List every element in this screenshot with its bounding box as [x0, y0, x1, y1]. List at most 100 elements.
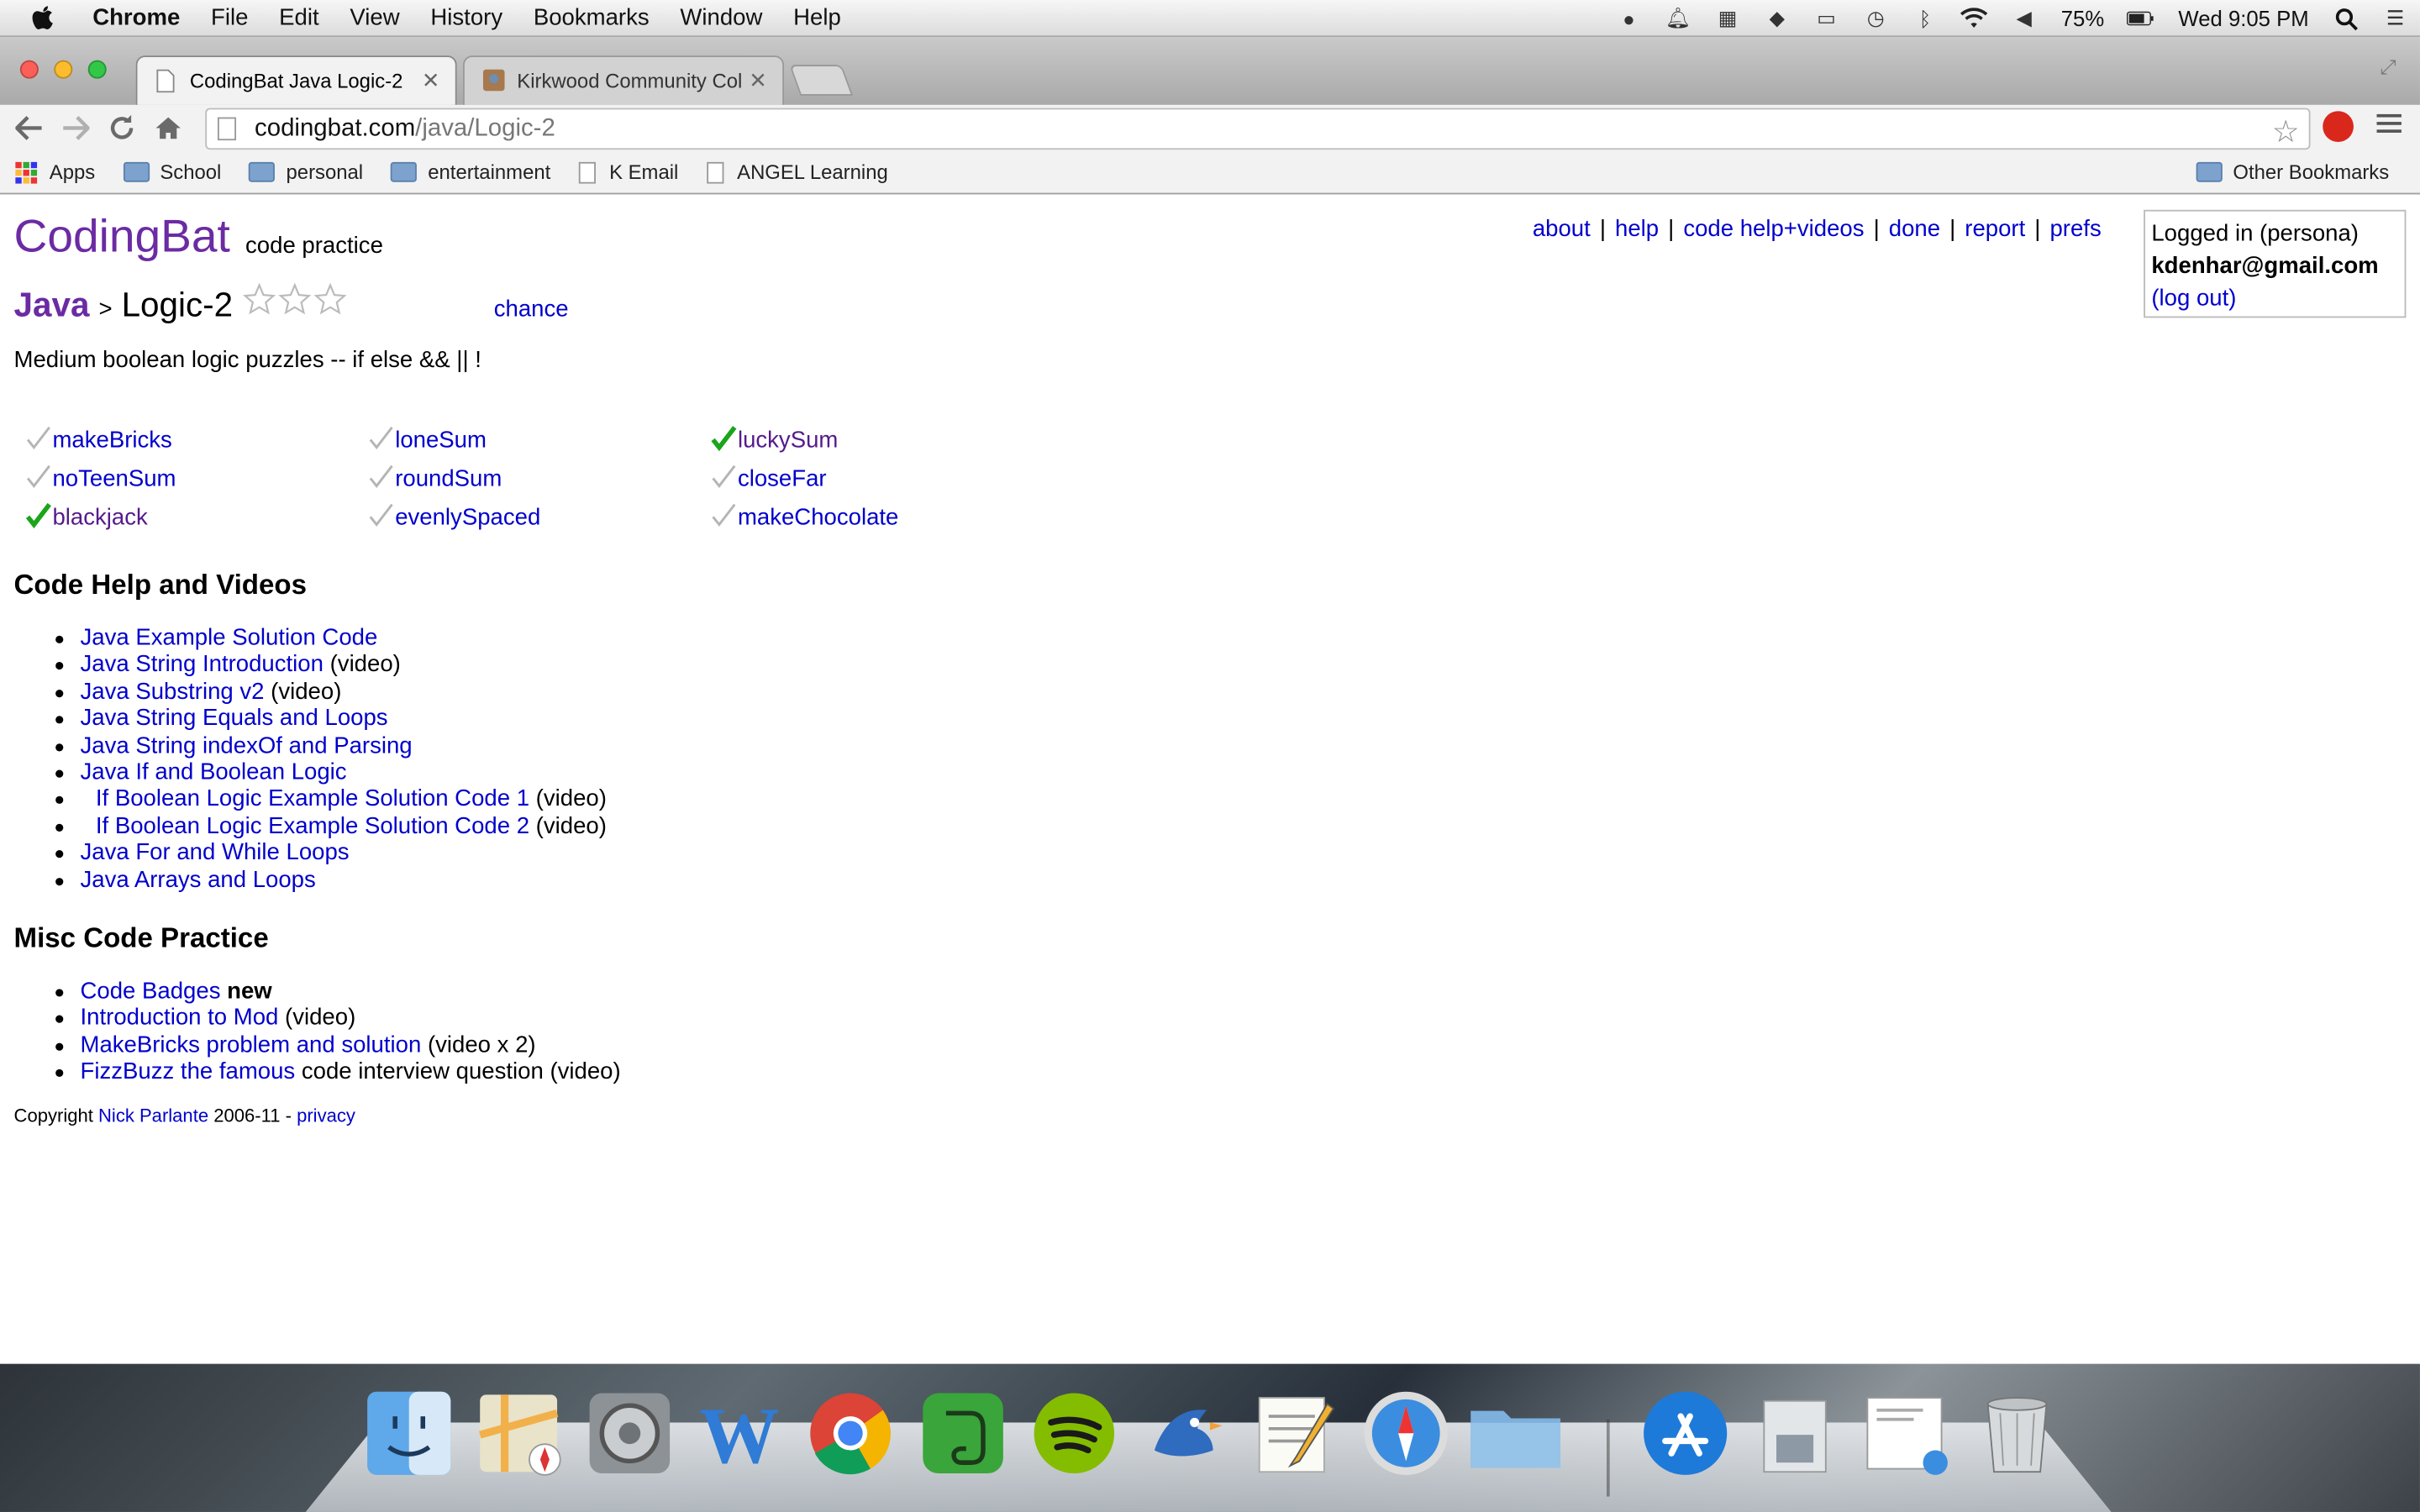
menubar-clock[interactable]: Wed 9:05 PM [2178, 6, 2308, 30]
resource-link[interactable]: Java Arrays and Loops [81, 867, 316, 893]
chance-link[interactable]: chance [494, 297, 569, 323]
evernote-icon[interactable] [915, 1383, 1011, 1484]
problem-link[interactable]: makeBricks [52, 427, 171, 453]
problem-link[interactable]: luckySum [738, 427, 838, 453]
nav-help-link[interactable]: help [1615, 216, 1659, 242]
tab-codingbat[interactable]: CodingBat Java Logic-2 ✕ [135, 55, 457, 105]
resource-link[interactable]: Java Substring v2 [81, 679, 265, 705]
problem-link[interactable]: makeChocolate [738, 504, 898, 530]
cyberduck-icon[interactable] [1136, 1383, 1232, 1484]
resource-link[interactable]: Introduction to Mod [81, 1005, 279, 1031]
bookmark-folder-personal[interactable]: personal [249, 160, 363, 184]
battery-icon[interactable] [2127, 6, 2155, 30]
nav-about-link[interactable]: about [1533, 216, 1591, 242]
nav-separator: | [1873, 216, 1880, 243]
time-machine-icon[interactable]: ◷ [1862, 6, 1890, 30]
window-zoom-button[interactable] [87, 60, 107, 79]
bookmark-folder-other[interactable]: Other Bookmarks [2196, 160, 2389, 184]
menu-view[interactable]: View [350, 5, 399, 31]
problem-link[interactable]: roundSum [395, 465, 502, 491]
mission-control-icon[interactable]: ▦ [1713, 6, 1741, 30]
bookmark-k-email[interactable]: K Email [578, 160, 678, 184]
forward-arrow-icon[interactable] [59, 111, 92, 144]
nav-prefs-link[interactable]: prefs [2049, 216, 2101, 242]
bell-icon[interactable]: 🔔︎ [1665, 6, 1692, 30]
menu-history[interactable]: History [430, 5, 502, 31]
problem-link[interactable]: blackjack [52, 504, 147, 530]
volume-icon[interactable]: ◀ [2010, 6, 2038, 30]
adblock-extension-icon[interactable] [2323, 111, 2354, 142]
reload-icon[interactable] [105, 111, 139, 144]
notification-list-icon[interactable]: ☰ [2381, 6, 2409, 30]
dropbox-icon[interactable]: ◆ [1763, 6, 1791, 30]
bookmark-folder-school[interactable]: School [123, 160, 221, 184]
bookmark-angel-learning[interactable]: ANGEL Learning [706, 160, 888, 184]
system-preferences-icon[interactable] [581, 1383, 677, 1484]
airplay-icon[interactable]: ▭ [1812, 6, 1840, 30]
problem-link[interactable]: noTeenSum [52, 465, 176, 491]
menu-bookmarks[interactable]: Bookmarks [534, 5, 650, 31]
fullscreen-icon[interactable]: ⤢ [2380, 55, 2402, 79]
chrome-menu-icon[interactable] [2376, 113, 2402, 139]
resource-link[interactable]: If Boolean Logic Example Solution Code 2 [96, 813, 529, 839]
nav-code-help-videos-link[interactable]: code help+videos [1683, 216, 1864, 242]
textedit-icon[interactable] [1247, 1383, 1343, 1484]
resource-link[interactable]: FizzBuzz the famous [81, 1058, 296, 1084]
footer-prefix: Copyright [13, 1105, 99, 1126]
resource-link[interactable]: MakeBricks problem and solution [81, 1032, 422, 1058]
new-tab-button[interactable] [789, 65, 854, 96]
bookmark-folder-entertainment[interactable]: entertainment [391, 160, 550, 184]
preview-icon[interactable] [1749, 1383, 1844, 1484]
trash-icon[interactable] [1970, 1383, 2065, 1484]
menu-help[interactable]: Help [793, 5, 841, 31]
problem-link[interactable]: loneSum [395, 427, 487, 453]
spotlight-search-icon[interactable] [2332, 6, 2360, 30]
bookmark-star-icon[interactable]: ☆ [2272, 113, 2300, 151]
finder-icon[interactable] [361, 1383, 457, 1484]
page-info-icon[interactable] [217, 117, 237, 141]
tab-kirkwood[interactable]: Kirkwood Community Colle ✕ [463, 55, 785, 105]
safari-icon[interactable] [1358, 1383, 1454, 1484]
bookmark-apps[interactable]: Apps [15, 160, 95, 184]
folder-icon[interactable] [1468, 1383, 1564, 1484]
spotify-icon[interactable] [1026, 1383, 1122, 1484]
menu-file[interactable]: File [211, 5, 248, 31]
wifi-icon[interactable] [1960, 6, 1989, 30]
app-store-icon[interactable] [1638, 1383, 1733, 1484]
resource-link[interactable]: Java For and While Loops [81, 840, 350, 866]
window-close-button[interactable] [19, 60, 39, 79]
footer-author-link[interactable]: Nick Parlante [98, 1105, 208, 1126]
nav-done-link[interactable]: done [1889, 216, 1940, 242]
notification-center-icon[interactable]: ● [1615, 6, 1643, 30]
bluetooth-icon[interactable]: ᛒ [1912, 6, 1939, 30]
footer-privacy-link[interactable]: privacy [297, 1105, 355, 1126]
word-icon[interactable]: W [692, 1383, 787, 1484]
resource-link[interactable]: Java String indexOf and Parsing [81, 732, 413, 759]
problem-link[interactable]: evenlySpaced [395, 504, 540, 530]
address-bar[interactable]: codingbat.com/java/Logic-2 ☆ [205, 108, 2311, 151]
breadcrumb-java-link[interactable]: Java [14, 286, 90, 326]
tab-close-icon[interactable]: ✕ [422, 68, 440, 94]
resource-link[interactable]: If Boolean Logic Example Solution Code 1 [96, 786, 529, 812]
site-logo[interactable]: CodingBat [14, 212, 230, 264]
menu-edit[interactable]: Edit [279, 5, 318, 31]
section-description: Medium boolean logic puzzles -- if else … [13, 347, 481, 374]
back-arrow-icon[interactable] [13, 111, 46, 144]
resource-link[interactable]: Java Example Solution Code [81, 625, 378, 651]
menu-window[interactable]: Window [680, 5, 762, 31]
menu-app-chrome[interactable]: Chrome [92, 5, 180, 31]
chrome-icon[interactable] [802, 1383, 898, 1484]
downloads-icon[interactable] [1858, 1383, 1954, 1484]
resource-link[interactable]: Java If and Boolean Logic [81, 759, 347, 785]
tab-close-icon[interactable]: ✕ [749, 68, 767, 94]
resource-link[interactable]: Java String Equals and Loops [81, 706, 388, 732]
resource-link[interactable]: Code Badges [81, 978, 221, 1004]
apple-menu-icon[interactable] [31, 4, 65, 32]
logout-link[interactable]: (log out) [2151, 286, 2236, 312]
window-minimize-button[interactable] [54, 60, 73, 79]
resource-link[interactable]: Java String Introduction [81, 652, 324, 678]
maps-icon[interactable] [471, 1383, 566, 1484]
nav-report-link[interactable]: report [1965, 216, 2025, 242]
home-icon[interactable] [151, 111, 185, 144]
problem-link[interactable]: closeFar [738, 465, 827, 491]
